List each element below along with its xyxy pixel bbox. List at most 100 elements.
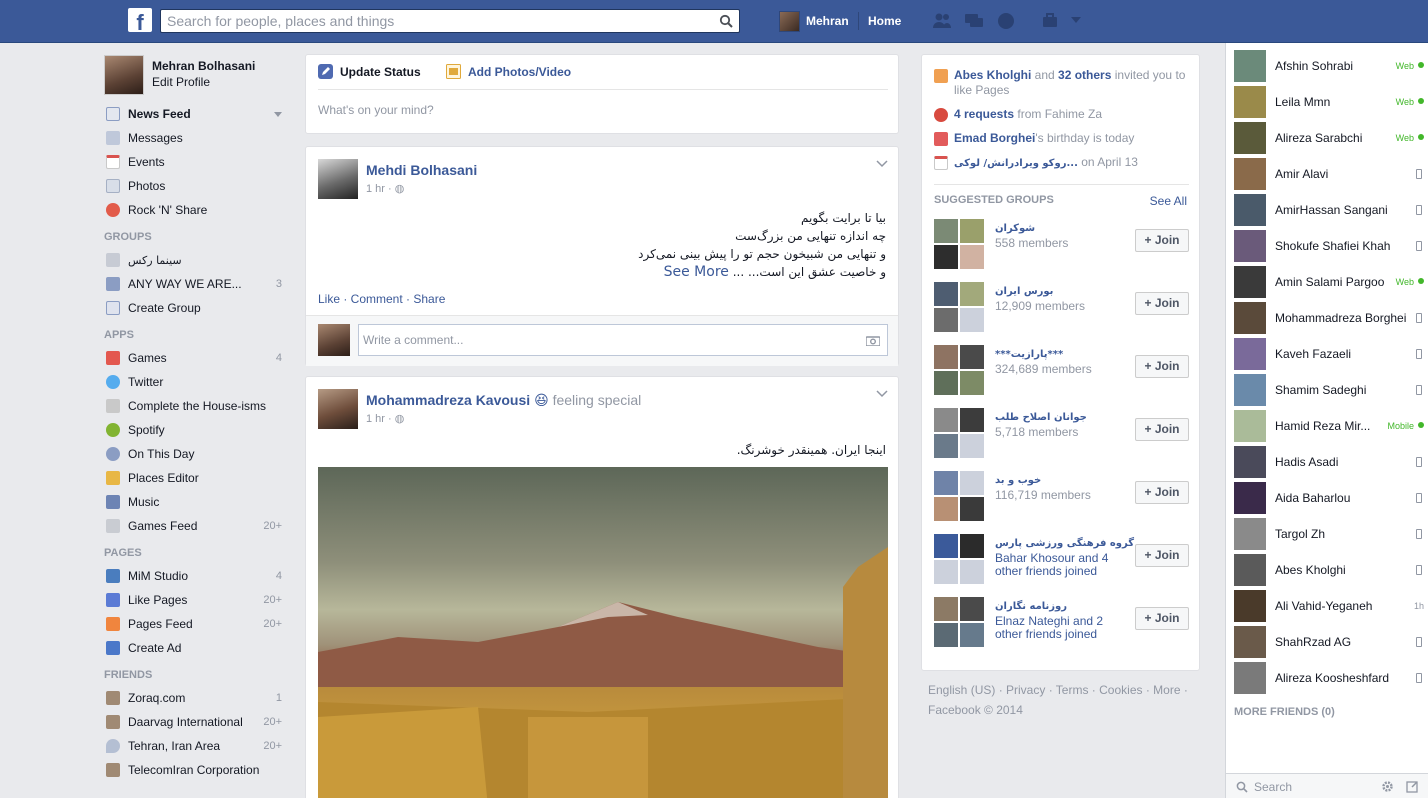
chat-friend-item[interactable]: Targol Zh	[1234, 518, 1424, 550]
friend-names[interactable]: Elnaz Nateghi and 2	[995, 614, 1103, 628]
chat-friend-item[interactable]: Shokufe Shafiei Khah	[1234, 230, 1424, 262]
footer-links[interactable]: English (US) · Privacy · Terms · Cookies…	[928, 680, 1198, 720]
sidebar-item-friend-list[interactable]: Tehran, Iran Area 20+	[104, 734, 290, 758]
camera-icon[interactable]	[866, 335, 880, 346]
chevron-down-icon[interactable]	[274, 112, 282, 117]
chat-friend-item[interactable]: Hadis Asadi	[1234, 446, 1424, 478]
notice-bold[interactable]: روکو ویرادرانش/ لوکی...	[954, 158, 1078, 169]
event-notice[interactable]: روکو ویرادرانش/ لوکی... on April 13	[934, 155, 1138, 171]
chat-friend-item[interactable]: Aida Baharlou	[1234, 482, 1424, 514]
post-options-chevron-down-icon[interactable]	[876, 389, 888, 399]
post-author[interactable]: Mehdi Bolhasani	[366, 162, 477, 178]
compose-icon[interactable]	[1406, 780, 1419, 793]
sidebar-item-like-pages[interactable]: Like Pages 20+	[104, 588, 290, 612]
account-menu-chevron-down-icon[interactable]	[1070, 15, 1082, 25]
sidebar-item-games[interactable]: Games 4	[104, 346, 290, 370]
join-group-button[interactable]: + Join	[1135, 544, 1189, 567]
pages-header[interactable]: PAGES	[104, 542, 290, 564]
chat-friend-item[interactable]: Alireza Koosheshfard	[1234, 662, 1424, 694]
author-avatar[interactable]	[318, 389, 358, 429]
friend-requests-icon[interactable]	[932, 12, 952, 30]
group-name[interactable]: شوکران	[995, 223, 1035, 234]
join-group-button[interactable]: + Join	[1135, 607, 1189, 630]
tab-update-status[interactable]: Update Status	[340, 65, 421, 79]
sidebar-item-places-editor[interactable]: Places Editor	[104, 466, 290, 490]
notice-bold[interactable]: 32 others	[1058, 68, 1111, 82]
chat-friend-item[interactable]: Hamid Reza Mir... Mobile	[1234, 410, 1424, 442]
sidebar-item-friend-list[interactable]: Daarvag International 20+	[104, 710, 290, 734]
sidebar-item-rock-n-share[interactable]: Rock 'N' Share	[104, 198, 290, 222]
chat-friend-item[interactable]: Amin Salami Pargoo Web	[1234, 266, 1424, 298]
sidebar-item-photos[interactable]: Photos	[104, 174, 290, 198]
notifications-globe-icon[interactable]	[996, 12, 1016, 30]
status-input[interactable]: What's on your mind?	[318, 103, 434, 117]
groups-header[interactable]: GROUPS	[104, 226, 290, 248]
page-invite-notice[interactable]: Abes Kholghi and 32 others invited you t…	[934, 68, 1189, 98]
group-name[interactable]: ***پارازیت***	[995, 349, 1063, 360]
group-name[interactable]: روزنامه نگاران	[995, 601, 1067, 612]
sidebar-item-create-group[interactable]: Create Group	[104, 296, 290, 320]
birthday-notice[interactable]: Emad Borghei's birthday is today	[934, 131, 1134, 146]
profile-avatar[interactable]	[104, 55, 144, 95]
sidebar-item-spotify[interactable]: Spotify	[104, 418, 290, 442]
notice-bold[interactable]: Emad Borghei	[954, 131, 1035, 145]
join-group-button[interactable]: + Join	[1135, 229, 1189, 252]
edit-profile-link[interactable]: Edit Profile	[152, 75, 210, 89]
sidebar-item-friend-list[interactable]: Zoraq.com 1	[104, 686, 290, 710]
privacy-shortcuts-icon[interactable]	[1041, 12, 1061, 30]
chat-friend-item[interactable]: Alireza Sarabchi Web	[1234, 122, 1424, 154]
join-group-button[interactable]: + Join	[1135, 481, 1189, 504]
friend-names[interactable]: other friends joined	[995, 627, 1097, 641]
like-comment-share-links[interactable]: Like · Comment · Share	[318, 292, 445, 306]
gear-icon[interactable]	[1381, 780, 1394, 793]
sidebar-item-twitter[interactable]: Twitter	[104, 370, 290, 394]
sidebar-item-page[interactable]: MiM Studio 4	[104, 564, 290, 588]
group-name[interactable]: گروه فرهنگی ورزشی پارس	[995, 538, 1134, 549]
search-input[interactable]: Search for people, places and things	[160, 9, 740, 33]
user-avatar[interactable]	[779, 11, 800, 32]
sidebar-item-create-ad[interactable]: Create Ad	[104, 636, 290, 660]
sidebar-item-games-feed[interactable]: Games Feed 20+	[104, 514, 290, 538]
join-group-button[interactable]: + Join	[1135, 418, 1189, 441]
join-group-button[interactable]: + Join	[1135, 292, 1189, 315]
profile-name[interactable]: Mehran Bolhasani	[152, 59, 255, 73]
sidebar-item-messages[interactable]: Messages	[104, 126, 290, 150]
apps-header[interactable]: APPS	[104, 324, 290, 346]
author-avatar[interactable]	[318, 159, 358, 199]
sidebar-item-on-this-day[interactable]: On This Day	[104, 442, 290, 466]
tab-add-photos-video[interactable]: Add Photos/Video	[468, 65, 571, 79]
more-friends-header[interactable]: MORE FRIENDS (0)	[1234, 706, 1335, 718]
search-icon[interactable]	[719, 14, 733, 28]
friend-names[interactable]: Bahar Khosour and 4	[995, 551, 1108, 565]
chat-friend-item[interactable]: ShahRzad AG	[1234, 626, 1424, 658]
group-name[interactable]: بورس ایران	[995, 286, 1053, 297]
post-author[interactable]: Mohammadreza Kavousi	[366, 392, 530, 408]
see-all-link[interactable]: See All	[1150, 194, 1187, 208]
chat-friend-item[interactable]: Kaveh Fazaeli	[1234, 338, 1424, 370]
sidebar-item-friend-list[interactable]: TelecomIran Corporation	[104, 758, 290, 782]
chat-friend-item[interactable]: Shamim Sadeghi	[1234, 374, 1424, 406]
see-more-link[interactable]: See More	[664, 264, 729, 280]
facebook-logo[interactable]: f	[128, 8, 152, 32]
sidebar-item-news-feed[interactable]: News Feed	[104, 102, 290, 126]
chat-friend-item[interactable]: Amir Alavi	[1234, 158, 1424, 190]
join-group-button[interactable]: + Join	[1135, 355, 1189, 378]
chat-friend-item[interactable]: AmirHassan Sangani	[1234, 194, 1424, 226]
user-name-link[interactable]: Mehran	[806, 14, 849, 28]
comment-input[interactable]: Write a comment...	[358, 324, 888, 356]
group-name[interactable]: خوب و بد	[995, 475, 1041, 486]
chat-search-input[interactable]: Search	[1226, 773, 1428, 798]
sidebar-item-music[interactable]: Music	[104, 490, 290, 514]
chat-friend-item[interactable]: Ali Vahid-Yeganeh 1h	[1234, 590, 1424, 622]
sidebar-item-events[interactable]: Events	[104, 150, 290, 174]
footer-links-line[interactable]: English (US) · Privacy · Terms · Cookies…	[928, 680, 1198, 700]
friends-header[interactable]: FRIENDS	[104, 664, 290, 686]
sidebar-item-group[interactable]: ANY WAY WE ARE... 3	[104, 272, 290, 296]
chat-friend-item[interactable]: Mohammadreza Borghei	[1234, 302, 1424, 334]
post-timestamp[interactable]: 1 hr · ◍	[366, 182, 404, 195]
home-link[interactable]: Home	[868, 14, 901, 28]
chat-friend-item[interactable]: Leila Mmn Web	[1234, 86, 1424, 118]
notice-bold[interactable]: Abes Kholghi	[954, 68, 1031, 82]
chat-friend-item[interactable]: Afshin Sohrabi Web	[1234, 50, 1424, 82]
sidebar-item-group[interactable]: سینما رکس	[104, 248, 290, 272]
